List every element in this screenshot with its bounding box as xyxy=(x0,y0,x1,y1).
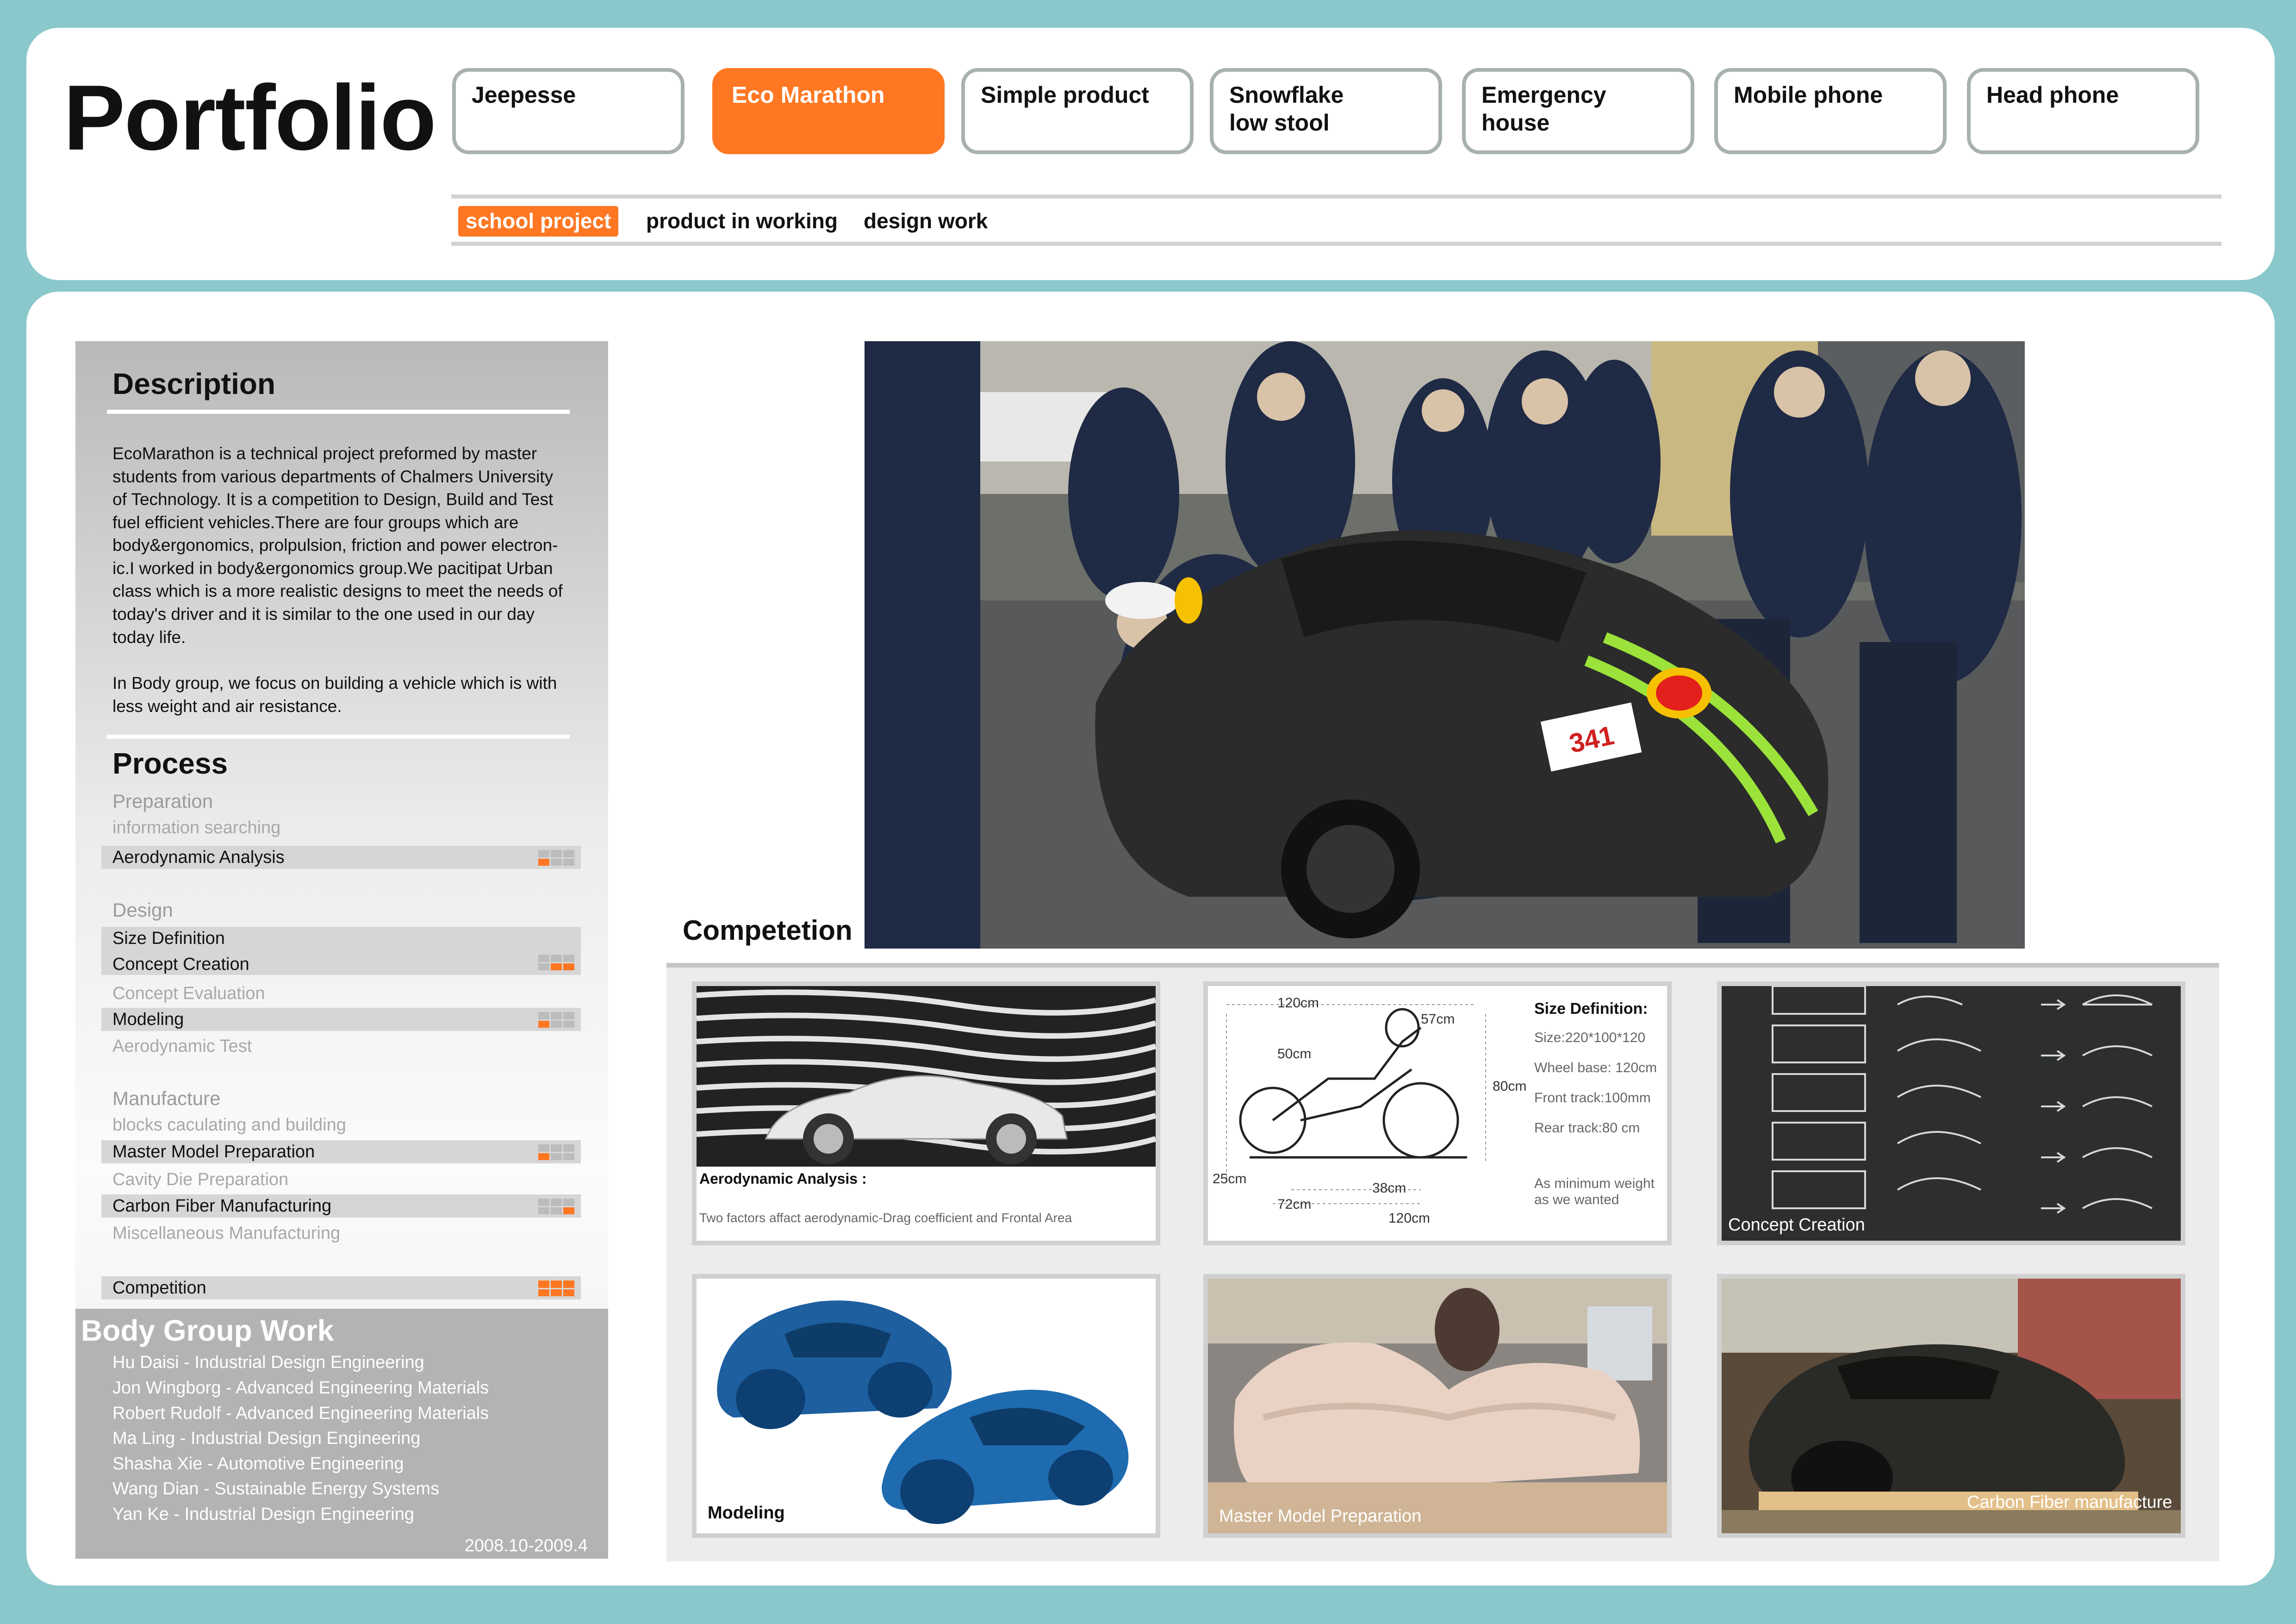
team-member: Wang Dian - Sustainable Energy Systems xyxy=(112,1479,440,1499)
process-preparation-title: Preparation xyxy=(112,790,213,812)
team-section: Body Group Work Hu Daisi - Industrial De… xyxy=(75,1309,608,1559)
process-step-label: Competition xyxy=(112,1278,206,1298)
team-member: Yan Ke - Industrial Design Engineering xyxy=(112,1505,415,1524)
team-member: Jon Wingborg - Advanced Engineering Mate… xyxy=(112,1378,489,1398)
process-step-label: Aerodynamic Analysis xyxy=(112,848,285,867)
wind-tunnel-image xyxy=(697,986,1156,1241)
project-date-range: 2008.10-2009.4 xyxy=(464,1536,588,1555)
category-divider-top xyxy=(451,194,2221,199)
process-heading: Process xyxy=(112,747,228,780)
competition-heading: Competetion xyxy=(683,915,852,946)
process-design-title: Design xyxy=(112,899,173,921)
gallery-concept-creation[interactable]: Concept Creation xyxy=(1717,981,2185,1245)
category-divider-bottom xyxy=(451,242,2221,246)
carbon-fiber-label: Carbon Fiber manufacture xyxy=(1967,1493,2172,1512)
process-step-size-definition[interactable]: Size Definition Concept Creation xyxy=(101,927,581,975)
size-definition-title: Size Definition: xyxy=(1534,1000,1648,1018)
aero-caption: Two factors affact aerodynamic-Drag coef… xyxy=(699,1211,1072,1225)
project-tab-jeepesse[interactable]: Jeepesse xyxy=(452,68,684,154)
dim-label: 50cm xyxy=(1277,1046,1312,1062)
project-tab-head-phone[interactable]: Head phone xyxy=(1967,68,2199,154)
project-tab-simple-product[interactable]: Simple product xyxy=(961,68,1194,154)
gallery-carbon-fiber-manufacture[interactable]: Carbon Fiber manufacture xyxy=(1717,1274,2185,1538)
process-step-miscellaneous: Miscellaneous Manufacturing xyxy=(112,1224,341,1243)
process-step-concept-creation[interactable]: Concept Creation xyxy=(112,955,249,974)
progress-grid-icon xyxy=(538,850,574,866)
process-rule xyxy=(107,735,570,739)
gallery-size-definition[interactable]: 120cm 57cm 50cm 80cm 25cm 38cm 72cm 120c… xyxy=(1203,981,1672,1245)
competition-photo: 341 xyxy=(865,341,2025,949)
category-design-work[interactable]: design work xyxy=(856,206,995,237)
description-heading: Description xyxy=(112,367,276,400)
description-paragraph-1: EcoMarathon is a technical project prefo… xyxy=(112,444,563,647)
process-manufacture-title: Manufacture xyxy=(112,1087,221,1109)
dim-label: 72cm xyxy=(1277,1197,1312,1212)
process-step-master-model[interactable]: Master Model Preparation xyxy=(101,1140,581,1163)
progress-grid-icon xyxy=(538,1012,574,1028)
category-school-project[interactable]: school project xyxy=(458,206,619,237)
master-model-label: Master Model Preparation xyxy=(1219,1506,1422,1526)
process-step-cavity-die: Cavity Die Preparation xyxy=(112,1170,289,1189)
master-model-photo xyxy=(1208,1279,1667,1533)
dim-label: 120cm xyxy=(1277,995,1319,1011)
process-step-modeling[interactable]: Modeling xyxy=(101,1008,581,1031)
progress-grid-icon xyxy=(538,1199,574,1214)
progress-grid-icon xyxy=(538,1280,574,1296)
category-product-in-working[interactable]: product in working xyxy=(639,206,845,237)
size-definition-note: As minimum weight xyxy=(1534,1176,1655,1191)
process-step-information-searching: information searching xyxy=(112,818,281,837)
3d-model-render xyxy=(697,1279,1156,1533)
team-member: Robert Rudolf - Advanced Engineering Mat… xyxy=(112,1404,489,1423)
project-tab-emergency-house[interactable]: Emergency house xyxy=(1462,68,1694,154)
dim-label: 80cm xyxy=(1493,1079,1527,1094)
process-step-label: Size Definition xyxy=(112,929,225,948)
process-step-aerodynamic-analysis[interactable]: Aerodynamic Analysis xyxy=(101,846,581,869)
team-member: Hu Daisi - Industrial Design Engineering xyxy=(112,1353,424,1372)
team-title: Body Group Work xyxy=(81,1314,334,1347)
progress-grid-icon xyxy=(538,955,574,970)
aero-label: Aerodynamic Analysis : xyxy=(699,1170,867,1187)
size-definition-note: as we wanted xyxy=(1534,1192,1619,1207)
portfolio-title: Portfolio xyxy=(63,66,436,169)
project-tab-snowflake-low-stool[interactable]: Snowflake low stool xyxy=(1210,68,1442,154)
project-tab-eco-marathon[interactable]: Eco Marathon xyxy=(712,68,945,154)
dim-label: 25cm xyxy=(1213,1171,1247,1187)
description-paragraph-2: In Body group, we focus on building a ve… xyxy=(112,674,557,716)
team-member: Shasha Xie - Automotive Engineering xyxy=(112,1454,404,1474)
size-definition-size: Size:220*100*120 xyxy=(1534,1030,1646,1045)
gallery-modeling[interactable]: Modeling xyxy=(692,1274,1160,1538)
size-definition-wheelbase: Wheel base: 120cm xyxy=(1534,1060,1657,1075)
modeling-label: Modeling xyxy=(708,1503,785,1523)
process-step-label: Carbon Fiber Manufacturing xyxy=(112,1196,332,1216)
project-tab-mobile-phone[interactable]: Mobile phone xyxy=(1714,68,1947,154)
progress-grid-icon xyxy=(538,1144,574,1160)
concept-label: Concept Creation xyxy=(1728,1215,1865,1235)
gallery-aerodynamic-analysis[interactable]: Aerodynamic Analysis : Two factors affac… xyxy=(692,981,1160,1245)
process-step-aerodynamic-test: Aerodynamic Test xyxy=(112,1037,252,1056)
size-definition-rear-track: Rear track:80 cm xyxy=(1534,1120,1640,1136)
process-step-label: Modeling xyxy=(112,1010,184,1029)
process-step-concept-evaluation: Concept Evaluation xyxy=(112,984,265,1003)
process-step-competition[interactable]: Competition xyxy=(101,1276,581,1299)
dim-label: 57cm xyxy=(1421,1012,1455,1027)
dim-label: 38cm xyxy=(1372,1181,1406,1196)
description-rule xyxy=(107,410,570,414)
gallery-master-model-preparation[interactable]: Master Model Preparation xyxy=(1203,1274,1672,1538)
process-step-carbon-fiber[interactable]: Carbon Fiber Manufacturing xyxy=(101,1194,581,1218)
size-definition-front-track: Front track:100mm xyxy=(1534,1090,1651,1106)
dim-label: 120cm xyxy=(1388,1211,1431,1226)
process-step-blocks-calculating: blocks caculating and building xyxy=(112,1115,346,1135)
process-step-label: Master Model Preparation xyxy=(112,1142,315,1162)
team-member: Ma Ling - Industrial Design Engineering xyxy=(112,1429,421,1448)
concept-sketch-board xyxy=(1722,986,2181,1241)
project-sidebar: Description EcoMarathon is a technical p… xyxy=(75,341,608,1559)
